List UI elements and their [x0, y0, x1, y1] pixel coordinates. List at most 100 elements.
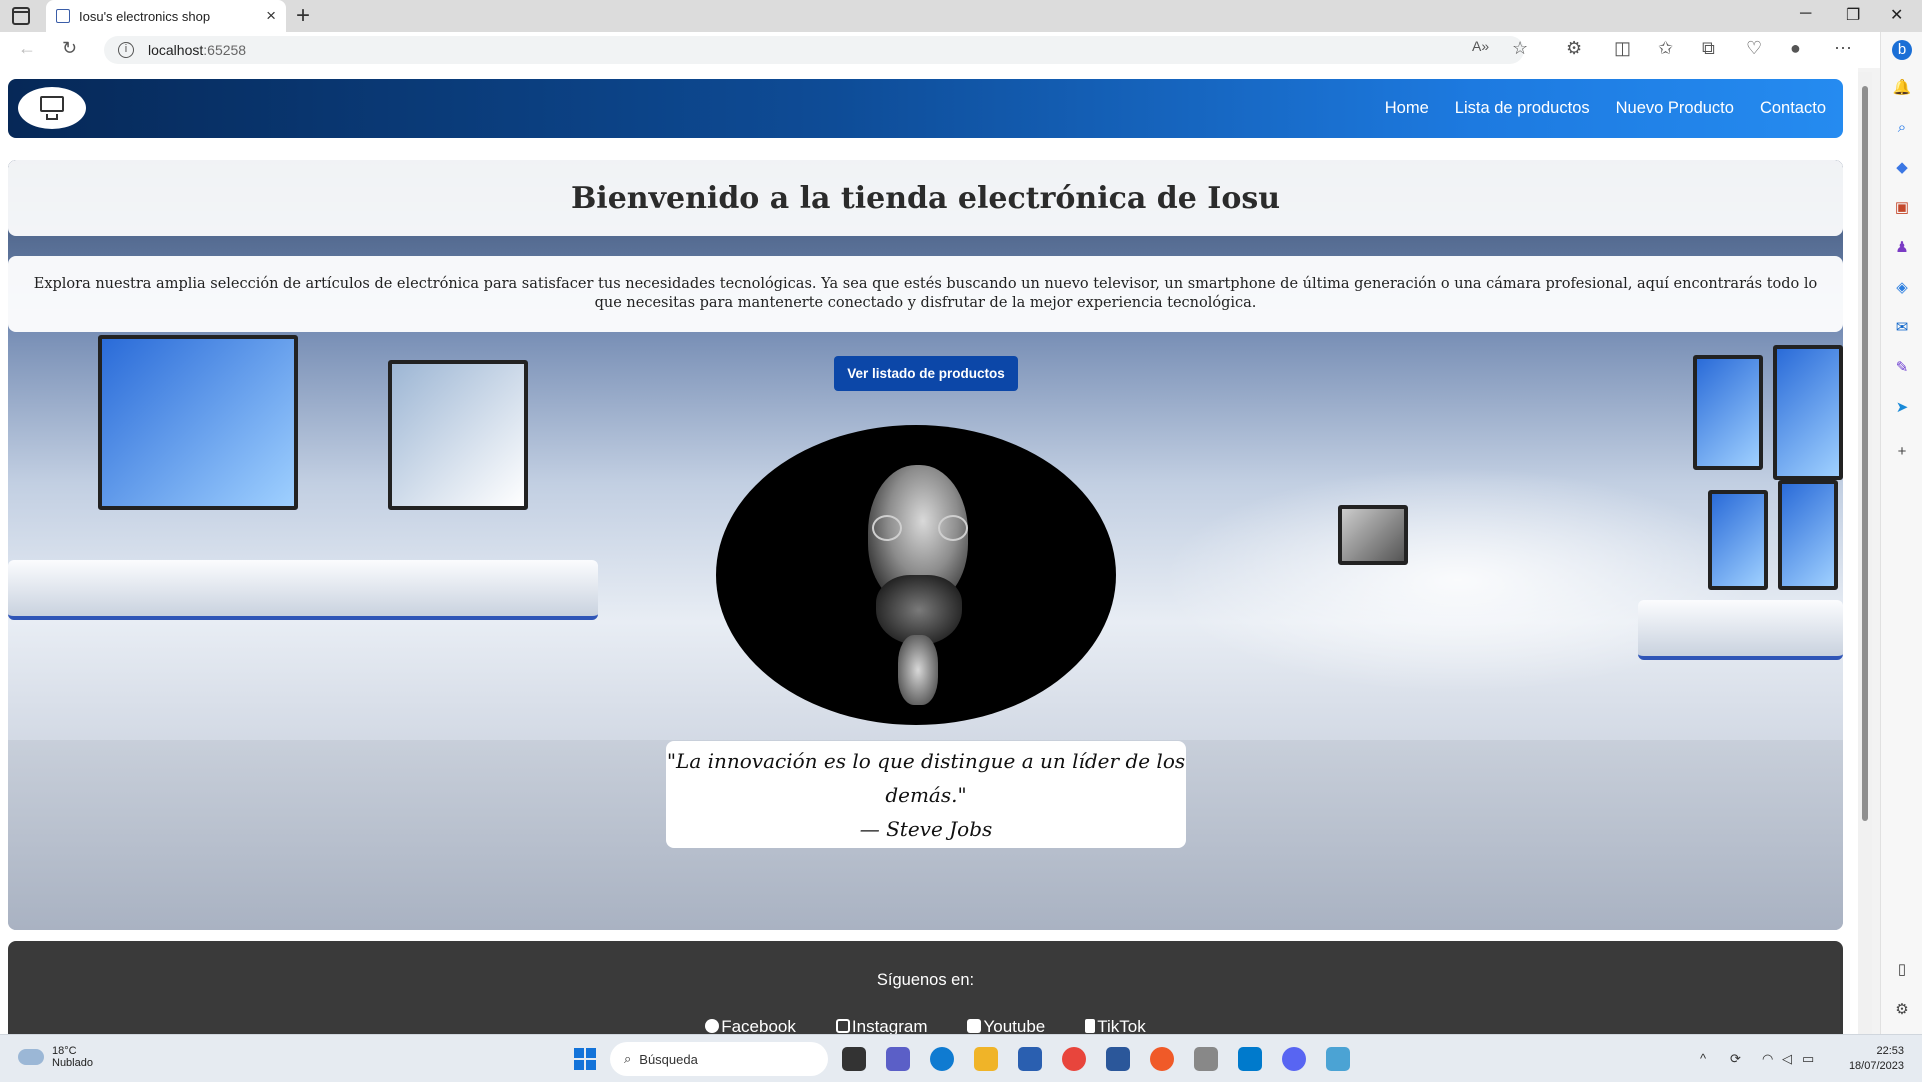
new-tab-button[interactable]: + [296, 2, 310, 30]
welcome-banner: Bienvenido a la tienda electrónica de Io… [8, 160, 1843, 236]
add-sidebar-app-icon[interactable]: + [1892, 442, 1912, 462]
view-products-button[interactable]: Ver listado de productos [834, 356, 1018, 391]
clock[interactable]: 22:53 18/07/2023 [1849, 1044, 1904, 1074]
shopping-icon[interactable]: ◆ [1892, 158, 1912, 178]
wall-screen [1773, 345, 1843, 480]
site-header: Home Lista de productos Nuevo Producto C… [8, 79, 1843, 138]
weather-description: Nublado [52, 1057, 93, 1069]
nav-product-list[interactable]: Lista de productos [1455, 99, 1590, 118]
start-button[interactable] [574, 1048, 596, 1070]
favicon-icon [56, 9, 70, 23]
scrollbar-thumb[interactable] [1862, 86, 1868, 821]
translator-icon[interactable] [1194, 1047, 1218, 1071]
battery-icon[interactable]: ▭ [1802, 1051, 1814, 1067]
edge-sidebar: b 🔔 ⌕ ◆ ▣ ♟ ◈ ✉ ✎ ➤ + ▯ ⚙ [1880, 32, 1922, 1034]
favorites-icon[interactable]: ✩ [1658, 38, 1673, 59]
clock-date: 18/07/2023 [1848, 1060, 1904, 1072]
games-icon[interactable]: ♟ [1892, 238, 1912, 258]
vscode-icon[interactable] [1238, 1047, 1262, 1071]
app-icon[interactable] [1326, 1047, 1350, 1071]
wifi-icon[interactable]: ◠ [1762, 1051, 1773, 1067]
bing-copilot-icon[interactable]: b [1892, 40, 1912, 60]
display-counter [8, 560, 598, 620]
sidebar-settings-icon[interactable]: ⚙ [1892, 1000, 1912, 1020]
back-icon[interactable]: ← [18, 38, 36, 59]
nav-contact[interactable]: Contacto [1760, 99, 1826, 118]
tiktok-icon [1085, 1019, 1096, 1033]
swift-icon[interactable] [1150, 1047, 1174, 1071]
url-host: localhost [148, 42, 204, 58]
refresh-icon[interactable]: ↻ [62, 38, 77, 59]
file-explorer-icon[interactable] [974, 1047, 998, 1071]
teams-chat-icon[interactable] [886, 1047, 910, 1071]
task-view-icon[interactable] [842, 1047, 866, 1071]
quote-author: — Steve Jobs [859, 816, 993, 841]
collections-icon[interactable]: ⧉ [1702, 38, 1715, 59]
monitor-stand [46, 114, 58, 120]
portrait-glasses-left [872, 515, 902, 541]
minimize-icon[interactable]: ─ [1800, 5, 1811, 23]
facebook-link[interactable]: Facebook [705, 1017, 796, 1034]
search-icon: ⌕ [624, 1051, 632, 1066]
close-tab-icon[interactable]: × [266, 6, 276, 26]
url-port: :65258 [203, 42, 247, 58]
site-footer: Síguenos en: Facebook Instagram Youtube … [8, 941, 1843, 1034]
split-screen-icon[interactable]: ◫ [1614, 38, 1631, 59]
browser-essentials-icon[interactable]: ♡ [1746, 38, 1762, 59]
word-icon[interactable] [1106, 1047, 1130, 1071]
browser-tab-strip: Iosu's electronics shop × + ─ ❐ ✕ [0, 0, 1922, 32]
search-icon[interactable]: ⌕ [1892, 118, 1912, 138]
hero-section: Bienvenido a la tienda electrónica de Io… [8, 160, 1843, 930]
hide-sidebar-icon[interactable]: ▯ [1892, 960, 1912, 980]
designer-icon[interactable]: ✎ [1892, 358, 1912, 378]
browser-tab[interactable]: Iosu's electronics shop × [46, 0, 286, 32]
intro-panel: Explora nuestra amplia selección de artí… [8, 256, 1843, 332]
extensions-icon[interactable]: ⚙ [1566, 38, 1582, 59]
browser-toolbar: ← ↻ i localhost:65258 A» ☆ ⚙ ◫ ✩ ⧉ ♡ ● ⋯ [0, 32, 1880, 68]
nav-new-product[interactable]: Nuevo Producto [1616, 99, 1734, 118]
tab-actions-icon[interactable] [12, 7, 30, 25]
chrome-icon[interactable] [1062, 1047, 1086, 1071]
volume-icon[interactable]: ◁ [1782, 1051, 1792, 1067]
favorite-star-icon[interactable]: ☆ [1512, 38, 1528, 59]
social-links: Facebook Instagram Youtube TikTok [8, 1017, 1843, 1034]
notifications-icon[interactable]: 🔔 [1892, 78, 1912, 98]
close-window-icon[interactable]: ✕ [1890, 5, 1903, 25]
web-page: Home Lista de productos Nuevo Producto C… [0, 68, 1858, 1034]
quote-text: "La innovación es lo que distingue a un … [666, 748, 1186, 807]
edge-icon[interactable] [930, 1047, 954, 1071]
site-logo[interactable] [18, 87, 86, 129]
address-bar[interactable]: i localhost:65258 [104, 36, 1524, 64]
instagram-link[interactable]: Instagram [835, 1017, 927, 1034]
windows-taskbar: 18°C Nublado ⌕ Búsqueda ^ ⟳ ◠ ◁ ▭ 22:53 … [0, 1034, 1922, 1082]
show-hidden-icons[interactable]: ^ [1700, 1051, 1706, 1066]
youtube-label: Youtube [983, 1017, 1046, 1034]
site-info-icon[interactable]: i [118, 42, 134, 58]
clock-time: 22:53 [1876, 1045, 1904, 1057]
page-scrollbar[interactable] [1858, 72, 1872, 1034]
discord-icon[interactable] [1282, 1047, 1306, 1071]
profile-icon[interactable]: ● [1790, 38, 1801, 59]
nav-home[interactable]: Home [1385, 99, 1429, 118]
tiktok-link[interactable]: TikTok [1085, 1017, 1146, 1034]
drop-icon[interactable]: ➤ [1892, 398, 1912, 418]
monitor-icon [40, 96, 64, 112]
steve-jobs-portrait [716, 425, 1116, 725]
read-aloud-icon[interactable]: A» [1472, 38, 1489, 54]
taskbar-search[interactable]: ⌕ Búsqueda [610, 1042, 828, 1076]
microsoft-365-icon[interactable]: ◈ [1892, 278, 1912, 298]
portrait-glasses-right [938, 515, 968, 541]
weather-temperature: 18°C [52, 1045, 77, 1057]
weather-widget[interactable]: 18°C Nublado [18, 1045, 93, 1069]
wall-screen [1693, 355, 1763, 470]
youtube-link[interactable]: Youtube [967, 1017, 1045, 1034]
microsoft-store-icon[interactable] [1018, 1047, 1042, 1071]
tab-title: Iosu's electronics shop [79, 8, 211, 24]
follow-us-label: Síguenos en: [876, 971, 975, 989]
outlook-icon[interactable]: ✉ [1892, 318, 1912, 338]
more-menu-icon[interactable]: ⋯ [1834, 38, 1852, 59]
sync-icon[interactable]: ⟳ [1730, 1051, 1741, 1067]
restore-icon[interactable]: ❐ [1846, 5, 1860, 25]
youtube-icon [967, 1019, 982, 1033]
tools-icon[interactable]: ▣ [1892, 198, 1912, 218]
